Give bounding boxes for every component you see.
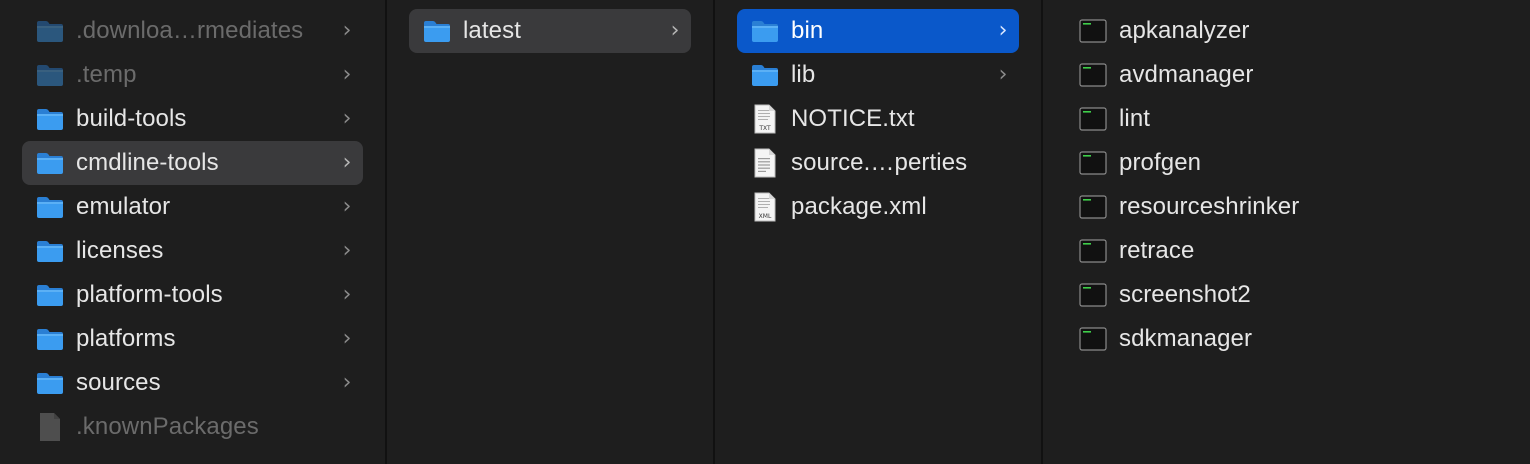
file-row[interactable]: resourceshrinker	[1065, 185, 1508, 229]
terminal-executable-icon	[1077, 59, 1109, 91]
folder-row[interactable]: cmdline-tools ›	[22, 141, 363, 185]
folder-row[interactable]: lib ›	[737, 53, 1019, 97]
item-label: lint	[1119, 105, 1151, 132]
chevron-right-icon: ›	[342, 62, 352, 87]
folder-icon	[421, 15, 453, 47]
item-label: licenses	[76, 237, 164, 264]
folder-icon	[34, 367, 66, 399]
folder-icon	[34, 323, 66, 355]
item-label: package.xml	[791, 193, 927, 220]
folder-icon	[749, 59, 781, 91]
xml-document-icon: XML	[749, 191, 781, 223]
folder-icon	[34, 103, 66, 135]
file-row[interactable]: sdkmanager	[1065, 317, 1508, 361]
folder-row[interactable]: latest ›	[409, 9, 691, 53]
terminal-executable-icon	[1077, 323, 1109, 355]
item-label: cmdline-tools	[76, 149, 219, 176]
folder-row[interactable]: emulator ›	[22, 185, 363, 229]
folder-icon	[34, 235, 66, 267]
terminal-executable-icon	[1077, 15, 1109, 47]
file-row[interactable]: .knownPackages	[22, 405, 363, 449]
column-cmdline-tools[interactable]: latest ›	[387, 0, 715, 464]
folder-row[interactable]: .temp ›	[22, 53, 363, 97]
chevron-right-icon: ›	[342, 326, 352, 351]
chevron-right-icon: ›	[342, 370, 352, 395]
item-label: platforms	[76, 325, 176, 352]
item-label: latest	[463, 17, 521, 44]
item-label: resourceshrinker	[1119, 193, 1300, 220]
terminal-executable-icon	[1077, 279, 1109, 311]
terminal-executable-icon	[1077, 103, 1109, 135]
file-row[interactable]: avdmanager	[1065, 53, 1508, 97]
folder-icon	[34, 147, 66, 179]
folder-icon	[34, 279, 66, 311]
item-label: source.…perties	[791, 149, 968, 176]
folder-icon	[749, 15, 781, 47]
item-label: .downloa…rmediates	[76, 17, 304, 44]
folder-row[interactable]: build-tools ›	[22, 97, 363, 141]
chevron-right-icon: ›	[998, 62, 1008, 87]
folder-row[interactable]: platform-tools ›	[22, 273, 363, 317]
file-row[interactable]: XML package.xml	[737, 185, 1019, 229]
folder-row[interactable]: sources ›	[22, 361, 363, 405]
chevron-right-icon: ›	[342, 106, 352, 131]
file-row[interactable]: retrace	[1065, 229, 1508, 273]
item-label: avdmanager	[1119, 61, 1254, 88]
folder-row[interactable]: licenses ›	[22, 229, 363, 273]
folder-row[interactable]: platforms ›	[22, 317, 363, 361]
terminal-executable-icon	[1077, 235, 1109, 267]
item-label: NOTICE.txt	[791, 105, 915, 132]
finder-column-browser: .downloa…rmediates › .temp › build-tools › cmd…	[0, 0, 1530, 464]
item-label: build-tools	[76, 105, 187, 132]
item-label: .temp	[76, 61, 137, 88]
folder-row[interactable]: .downloa…rmediates ›	[22, 9, 363, 53]
svg-text:XML: XML	[759, 213, 772, 220]
terminal-executable-icon	[1077, 147, 1109, 179]
blank-document-icon	[34, 411, 66, 443]
folder-icon	[34, 191, 66, 223]
item-label: platform-tools	[76, 281, 223, 308]
item-label: lib	[791, 61, 816, 88]
item-label: bin	[791, 17, 824, 44]
folder-icon	[34, 15, 66, 47]
folder-row[interactable]: bin ›	[737, 9, 1019, 53]
item-label: sdkmanager	[1119, 325, 1253, 352]
item-label: profgen	[1119, 149, 1202, 176]
item-label: retrace	[1119, 237, 1195, 264]
item-label: apkanalyzer	[1119, 17, 1250, 44]
item-label: emulator	[76, 193, 171, 220]
file-row[interactable]: source.…perties	[737, 141, 1019, 185]
folder-icon	[34, 59, 66, 91]
chevron-right-icon: ›	[342, 18, 352, 43]
txt-document-icon: TXT	[749, 103, 781, 135]
column-sdk-root[interactable]: .downloa…rmediates › .temp › build-tools › cmd…	[0, 0, 387, 464]
file-row[interactable]: lint	[1065, 97, 1508, 141]
text-document-icon	[749, 147, 781, 179]
chevron-right-icon: ›	[342, 282, 352, 307]
file-row[interactable]: profgen	[1065, 141, 1508, 185]
chevron-right-icon: ›	[670, 18, 680, 43]
item-label: screenshot2	[1119, 281, 1251, 308]
file-row[interactable]: TXT NOTICE.txt	[737, 97, 1019, 141]
file-row[interactable]: apkanalyzer	[1065, 9, 1508, 53]
chevron-right-icon: ›	[342, 238, 352, 263]
column-bin[interactable]: apkanalyzer avdmanager lint profgen resource…	[1043, 0, 1530, 464]
chevron-right-icon: ›	[998, 18, 1008, 43]
svg-text:TXT: TXT	[758, 125, 771, 132]
chevron-right-icon: ›	[342, 150, 352, 175]
column-latest[interactable]: bin › lib › TXT NOTICE.txt source.…perties XML p…	[715, 0, 1043, 464]
terminal-executable-icon	[1077, 191, 1109, 223]
file-row[interactable]: screenshot2	[1065, 273, 1508, 317]
item-label: .knownPackages	[76, 413, 259, 440]
item-label: sources	[76, 369, 161, 396]
chevron-right-icon: ›	[342, 194, 352, 219]
